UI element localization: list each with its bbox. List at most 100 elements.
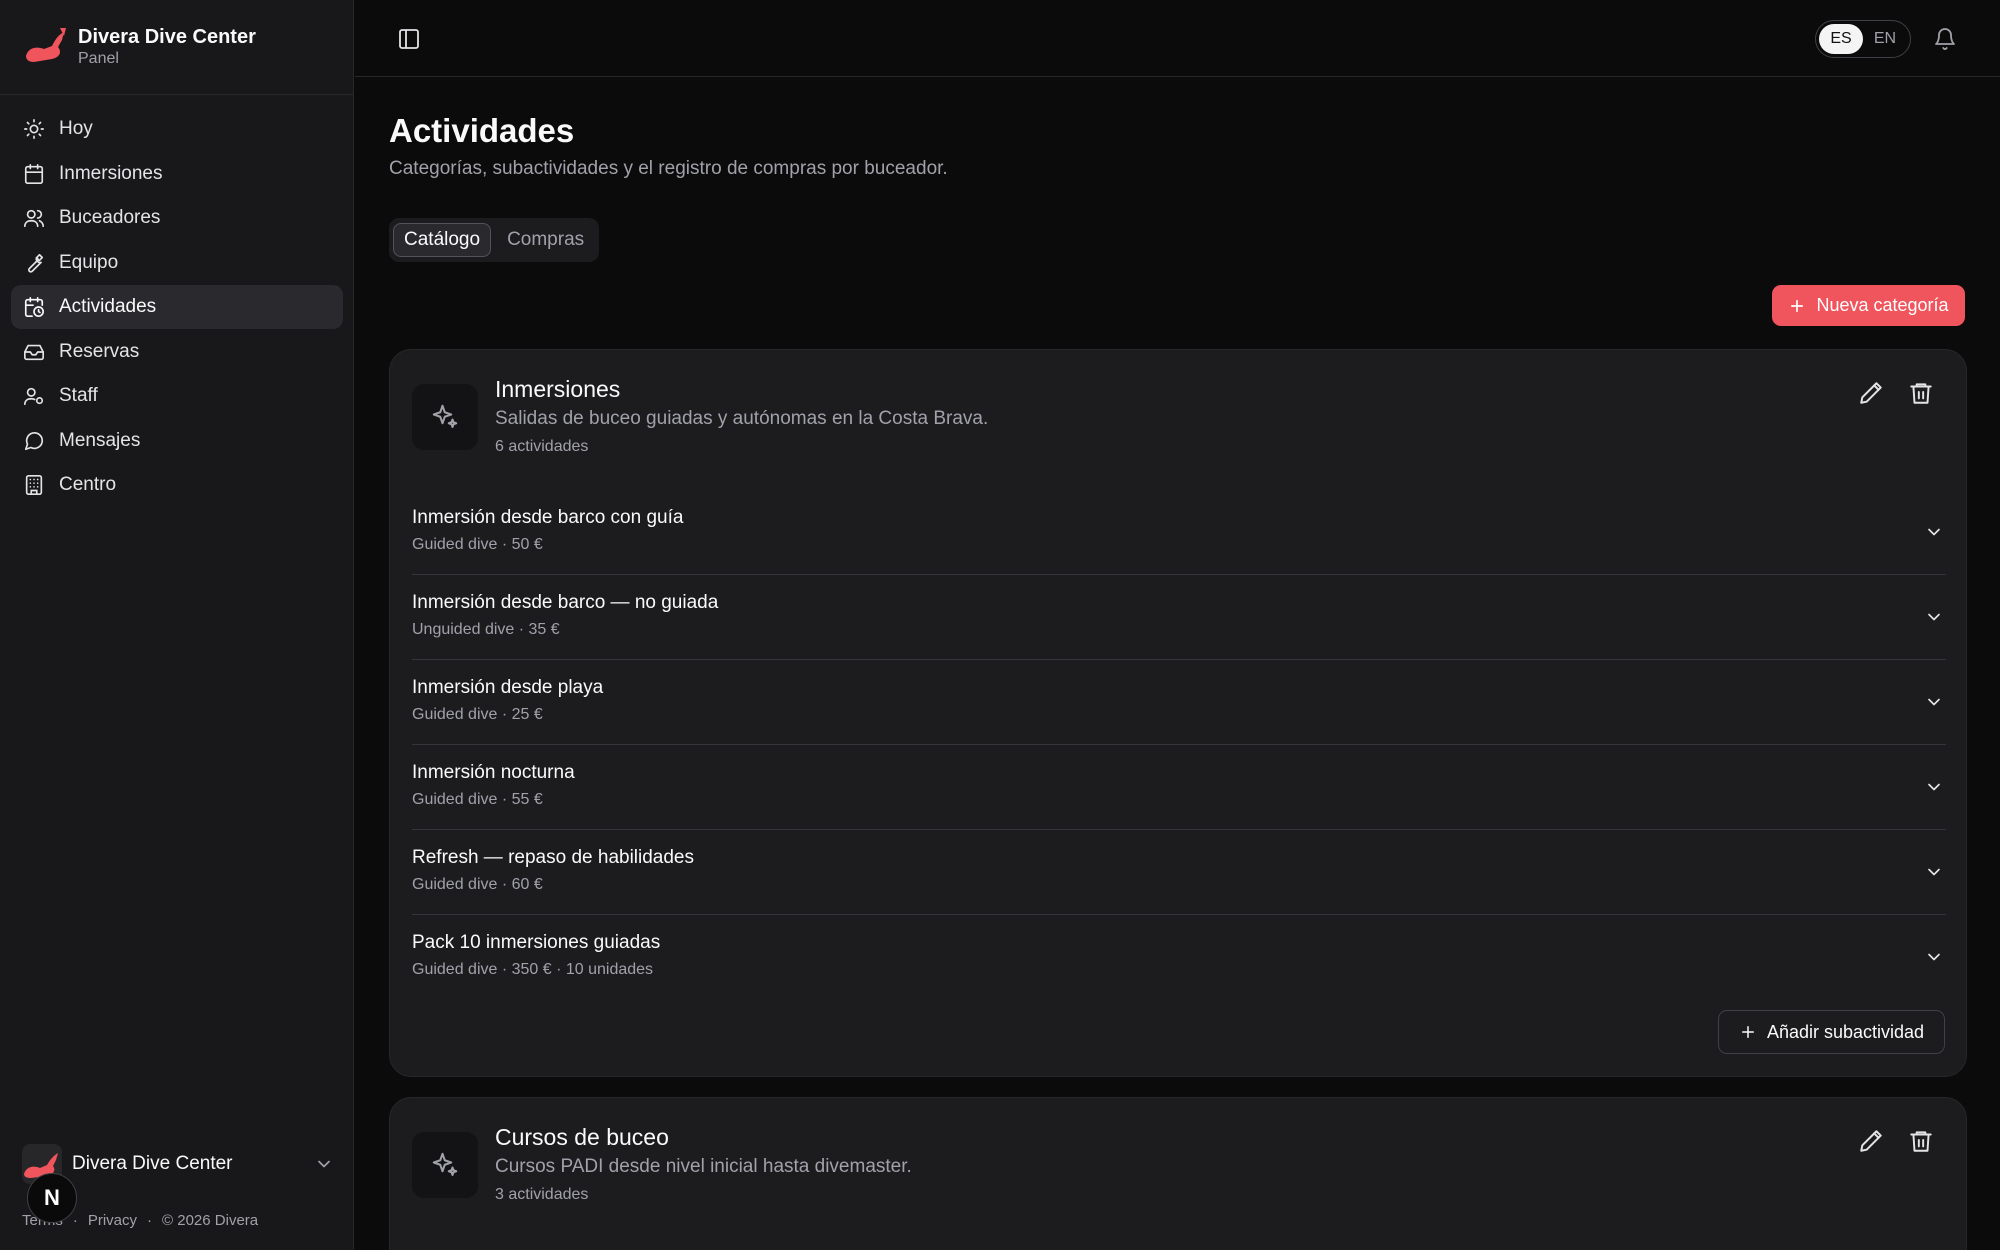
sidebar-item-label: Mensajes [59,429,141,451]
sidebar-item-inmersiones[interactable]: Inmersiones [11,152,343,196]
sidebar-nav: Hoy Inmersiones Buceadores Equipo Activi… [11,107,343,508]
subactivity-meta: Guided dive · 25 € [412,706,543,723]
delete-category-button[interactable] [1908,380,1934,406]
subactivity-meta: Unguided dive · 35 € [412,621,560,638]
chevron-down-icon [318,1160,330,1168]
category-title: Cursos de buceo [495,1124,669,1150]
tab-compras[interactable]: Compras [497,223,594,257]
sidebar-item-label: Actividades [59,296,157,317]
page-title: Actividades [389,112,575,149]
sparkles-icon [412,384,478,450]
wrench-icon [28,253,44,273]
sidebar-item-reservas[interactable]: Reservas [11,330,343,374]
brand-name: Divera Dive Center [78,26,256,48]
topbar: ES EN [355,0,2000,77]
sparkles-icon [412,1132,478,1198]
category-description: Salidas de buceo guiadas y autónomas en … [495,408,989,429]
building-icon [25,475,43,495]
category-title: Inmersiones [495,376,621,402]
sidebar-item-equipo[interactable]: Equipo [11,241,343,285]
sidebar-item-mensajes[interactable]: Mensajes [11,419,343,463]
brand[interactable]: Divera Dive Center Panel [22,24,256,70]
separator: · [147,1212,153,1229]
chevron-down-icon[interactable] [1924,607,1944,627]
category-card: Cursos de buceo Cursos PADI desde nivel … [389,1097,1967,1250]
copyright: © 2026 Divera [162,1212,259,1229]
subactivity-name: Inmersión desde playa [412,677,604,698]
diver-logo-icon [22,24,68,70]
subactivity-row[interactable]: Inmersión desde barco — no guiada Unguid… [412,575,1946,660]
language-switch: ES EN [1815,20,1911,58]
category-count: 3 actividades [495,1186,589,1203]
center-name: Divera Dive Center [72,1153,233,1174]
sidebar-item-centro[interactable]: Centro [11,463,343,507]
chevron-down-icon[interactable] [1924,522,1944,542]
plus-icon [1791,299,1804,312]
inbox-icon [24,344,44,360]
pencil-icon [1860,382,1882,404]
chevron-down-icon[interactable] [1924,692,1944,712]
privacy-link[interactable]: Privacy [88,1212,137,1229]
bell-icon [1935,28,1955,50]
separator: · [72,1212,78,1229]
subactivity-meta: Guided dive · 55 € [412,791,543,808]
calendar-icon [24,163,44,184]
sidebar-toggle-button[interactable] [397,27,421,51]
sidebar-item-staff[interactable]: Staff [11,374,343,418]
category-count: 6 actividades [495,438,589,455]
sidebar-item-buceadores[interactable]: Buceadores [11,196,343,240]
chevron-down-icon[interactable] [1924,862,1944,882]
subactivity-name: Refresh — repaso de habilidades [412,847,695,868]
subactivity-row[interactable]: Inmersión desde barco con guía Guided di… [412,490,1946,575]
subactivity-row[interactable]: Refresh — repaso de habilidades Guided d… [412,830,1946,915]
add-subactivity-label: Añadir subactividad [1766,1021,1925,1042]
sidebar-item-label: Hoy [59,118,93,139]
user-cog-icon [24,387,44,406]
subactivity-row[interactable]: Inmersión nocturna Guided dive · 55 € [412,745,1946,830]
category-card: Inmersiones Salidas de buceo guiadas y a… [389,349,1967,1077]
subactivity-name: Inmersión desde barco — no guiada [412,592,719,613]
tab-bar: Catálogo Compras [389,218,599,262]
edit-category-button[interactable] [1858,380,1884,406]
subactivity-meta: Guided dive · 60 € [412,876,543,893]
tab-catalogo[interactable]: Catálogo [393,223,492,257]
page-subtitle: Categorías, subactividades y el registro… [389,158,948,179]
sidebar-item-label: Centro [59,474,117,495]
calendar-clock-icon [24,297,44,317]
subactivity-meta: Guided dive · 50 € [412,536,543,553]
chevron-down-icon[interactable] [1924,777,1944,797]
subactivity-row[interactable]: Inmersión desde playa Guided dive · 25 € [412,660,1946,745]
lang-en-option[interactable]: EN [1863,24,1907,54]
sidebar-item-label: Equipo [59,251,119,273]
subactivity-name: Pack 10 inmersiones guiadas [412,932,661,953]
notifications-button[interactable] [1933,27,1957,51]
sidebar-item-label: Reservas [59,340,140,362]
sun-icon [24,119,44,139]
sidebar-item-hoy[interactable]: Hoy [11,107,343,151]
trash-icon [1910,1131,1932,1152]
chevron-down-icon[interactable] [1924,947,1944,967]
brand-subtitle: Panel [78,50,119,67]
subactivity-row[interactable]: Pack 10 inmersiones guiadas Guided dive … [412,915,1946,1000]
category-description: Cursos PADI desde nivel inicial hasta di… [495,1156,912,1177]
sidebar-item-actividades[interactable]: Actividades [11,285,343,329]
pencil-icon [1860,1130,1882,1152]
lang-es-option[interactable]: ES [1819,24,1863,54]
delete-category-button[interactable] [1908,1128,1934,1154]
subactivity-meta: Guided dive · 350 € · 10 unidades [412,961,654,978]
new-category-button[interactable]: Nueva categoría [1772,285,1965,326]
subactivity-name: Inmersión desde barco con guía [412,507,684,528]
dev-badge[interactable]: N [27,1173,77,1223]
sidebar-item-label: Inmersiones [59,162,163,184]
edit-category-button[interactable] [1858,1128,1884,1154]
users-icon [24,209,44,228]
sidebar: Divera Dive Center Panel Hoy Inmersiones… [0,0,354,1250]
sidebar-item-label: Buceadores [59,207,161,228]
plus-icon [1741,1026,1754,1038]
sidebar-item-label: Staff [59,385,98,406]
panel-left-icon [399,29,419,49]
new-category-label: Nueva categoría [1816,295,1949,315]
trash-icon [1910,383,1932,404]
add-subactivity-button[interactable]: Añadir subactividad [1718,1010,1945,1054]
message-icon [24,431,44,450]
